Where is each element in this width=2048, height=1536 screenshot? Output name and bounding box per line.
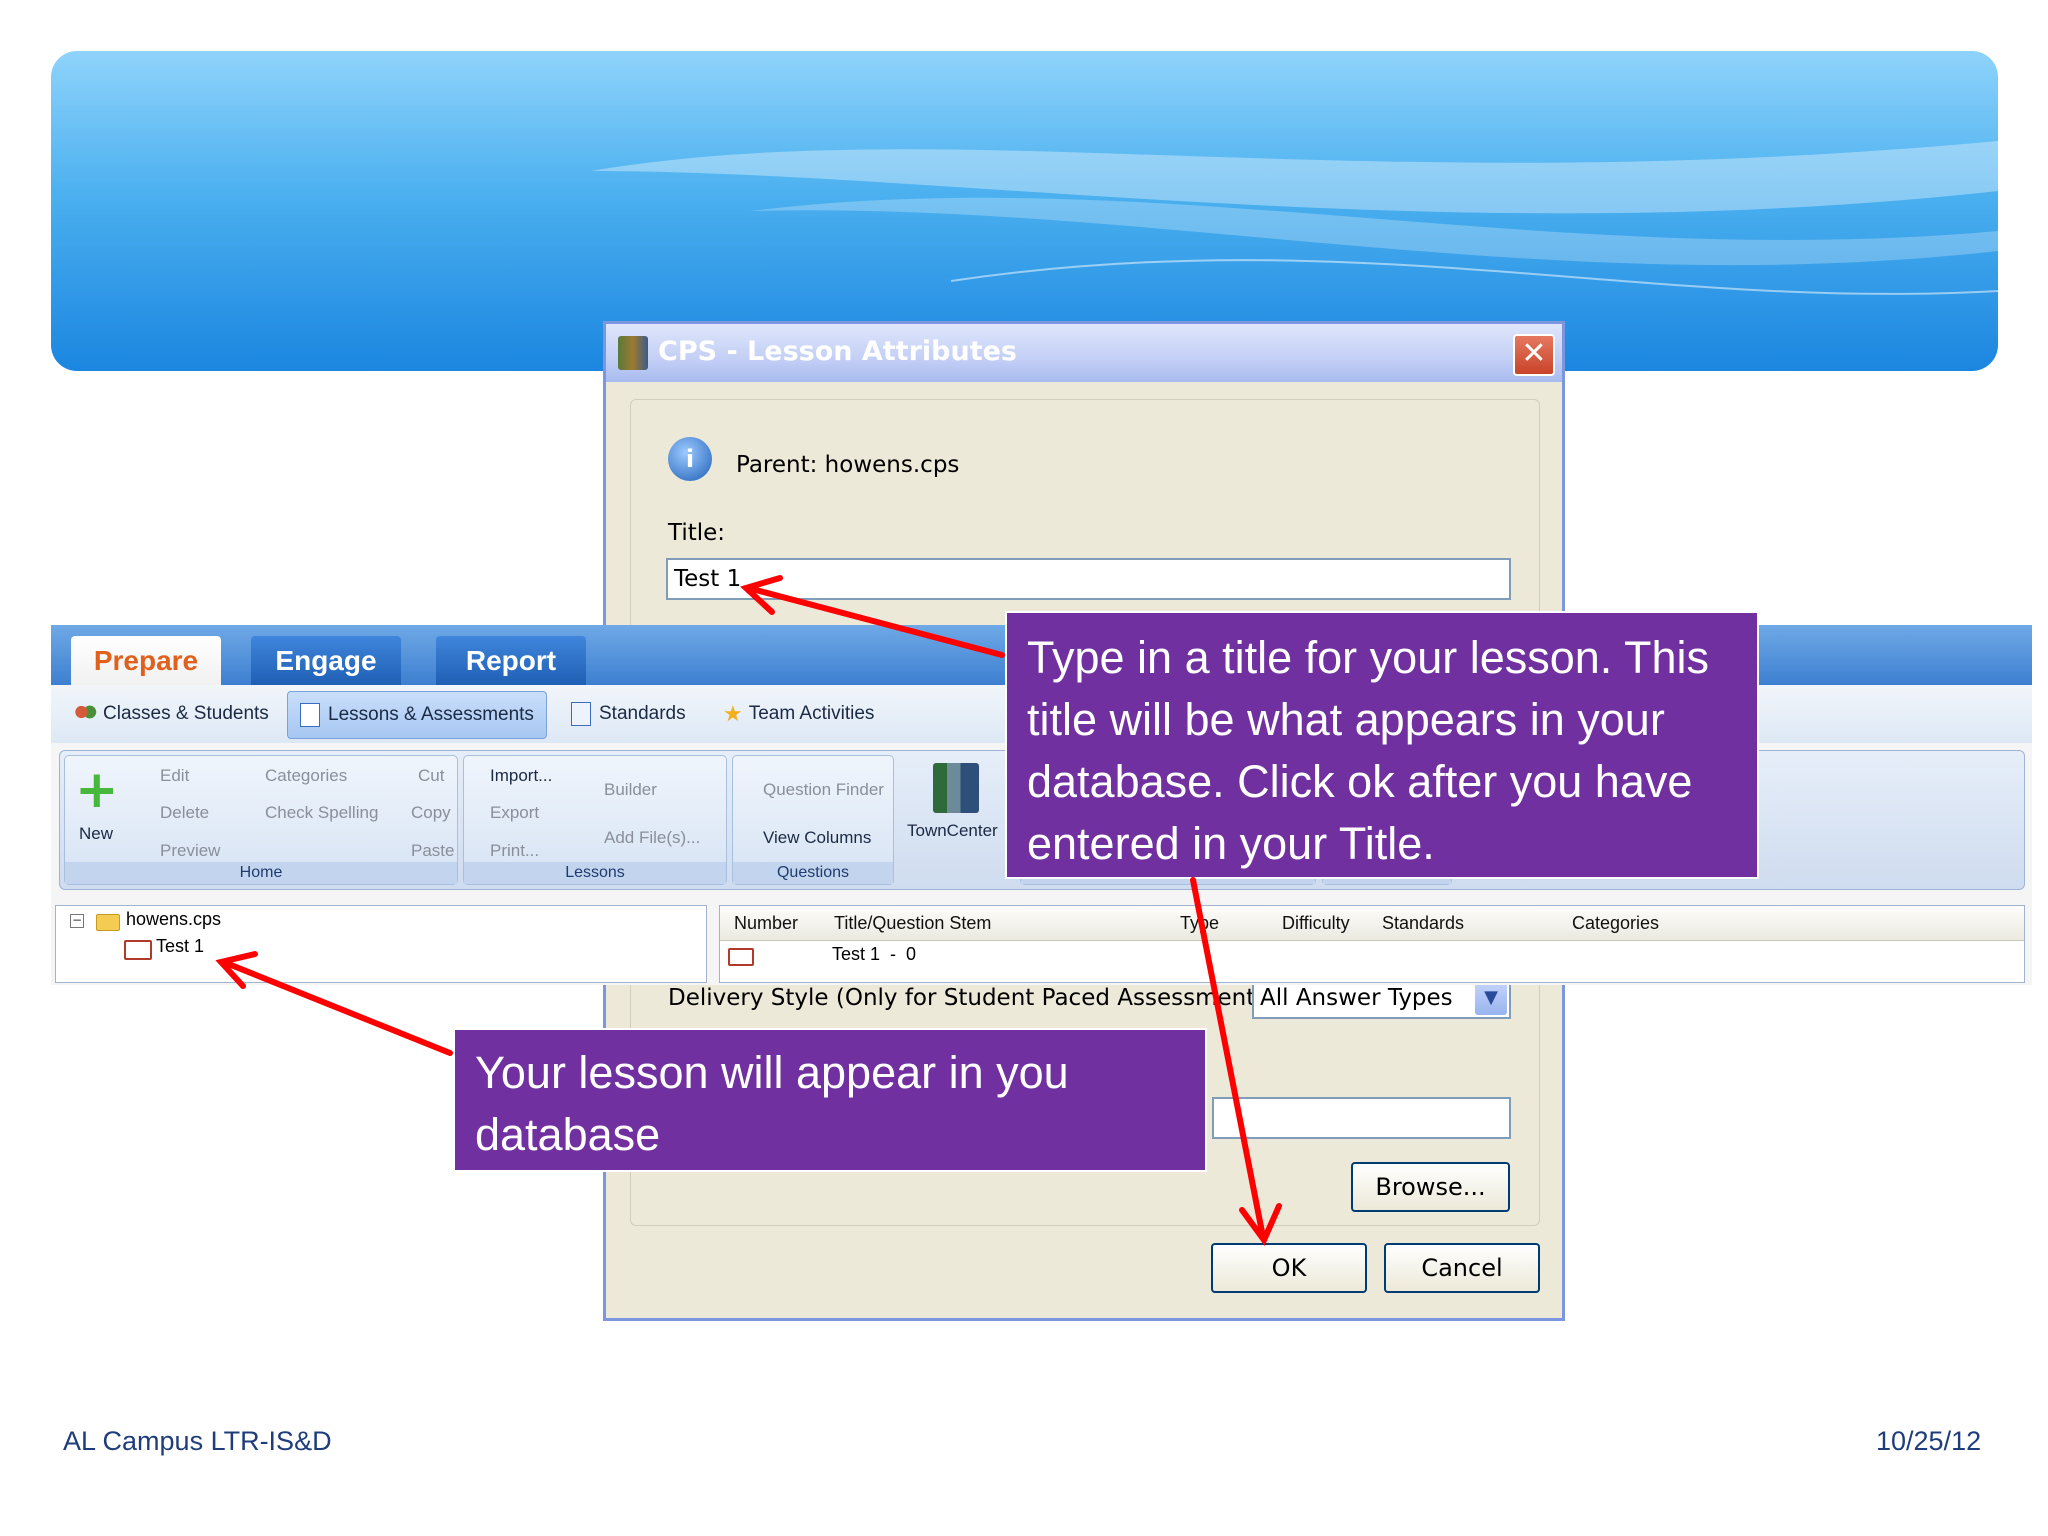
- title-input-value: Test 1: [674, 566, 742, 592]
- tab-prepare[interactable]: Prepare: [71, 636, 221, 685]
- new-button[interactable]: + New: [73, 760, 119, 854]
- column-categories[interactable]: Categories: [1572, 906, 1659, 940]
- ribbon-group-home: + New Edit Delete Preview Categories Che…: [64, 755, 458, 885]
- copy-button[interactable]: Copy: [411, 803, 451, 823]
- close-button[interactable]: ✕: [1513, 334, 1555, 376]
- delivery-style-value: All Answer Types: [1260, 985, 1453, 1011]
- column-type[interactable]: Type: [1180, 906, 1219, 940]
- column-difficulty[interactable]: Difficulty: [1282, 906, 1350, 940]
- plus-icon: +: [75, 760, 119, 820]
- dialog-title: CPS - Lesson Attributes: [658, 336, 1018, 367]
- star-icon: ★: [723, 701, 743, 726]
- ok-button[interactable]: OK: [1211, 1243, 1367, 1293]
- collapse-toggle[interactable]: −: [70, 914, 84, 928]
- subnav-team-label: Team Activities: [748, 703, 875, 725]
- book-icon: [728, 948, 754, 966]
- cancel-button[interactable]: Cancel: [1384, 1243, 1540, 1293]
- row-title: Test 1 - 0: [832, 944, 917, 964]
- categories-button[interactable]: Categories: [265, 766, 347, 786]
- subnav-lessons-label: Lessons & Assessments: [328, 704, 534, 725]
- paste-button[interactable]: Paste: [411, 841, 454, 861]
- subnav-standards-label: Standards: [599, 703, 686, 724]
- export-button[interactable]: Export: [490, 803, 539, 823]
- tree-root-label[interactable]: howens.cps: [126, 909, 221, 930]
- column-number[interactable]: Number: [734, 906, 798, 940]
- question-finder-button[interactable]: Question Finder: [763, 780, 884, 800]
- edit-button[interactable]: Edit: [160, 766, 189, 786]
- browse-button[interactable]: Browse...: [1351, 1162, 1510, 1212]
- books-icon: [933, 763, 979, 813]
- import-button[interactable]: Import...: [490, 766, 552, 786]
- lesson-grid: Number Title/Question Stem Type Difficul…: [719, 905, 2025, 983]
- people-icon: [73, 703, 97, 724]
- ribbon-group-lessons-label: Lessons: [464, 862, 726, 884]
- view-columns-button[interactable]: View Columns: [763, 828, 871, 848]
- browse-button-label: Browse...: [1375, 1173, 1486, 1201]
- dialog-titlebar: CPS - Lesson Attributes ✕: [606, 324, 1562, 382]
- document-icon: [300, 702, 320, 727]
- tree-child-label[interactable]: Test 1: [156, 936, 204, 957]
- grid-header: Number Title/Question Stem Type Difficul…: [720, 906, 2024, 941]
- delivery-style-label: Delivery Style (Only for Student Paced A…: [668, 985, 1284, 1011]
- subnav-classes-label: Classes & Students: [103, 703, 269, 724]
- tab-prepare-label: Prepare: [93, 645, 199, 676]
- lesson-tree-panel: − howens.cps Test 1: [55, 905, 707, 983]
- cut-button[interactable]: Cut: [418, 766, 444, 786]
- title-label: Title:: [668, 520, 726, 546]
- towncenter-label: TownCenter: [907, 821, 998, 840]
- callout-title-instructions: Type in a title for your lesson. This ti…: [1005, 611, 1759, 879]
- standards-icon: [571, 701, 591, 726]
- tab-report-label: Report: [465, 645, 557, 676]
- check-spelling-button[interactable]: Check Spelling: [265, 803, 378, 823]
- new-button-label: New: [79, 824, 114, 843]
- subnav-standards[interactable]: Standards: [571, 685, 686, 743]
- callout-database-note: Your lesson will appear in you database: [453, 1028, 1207, 1172]
- chevron-down-icon[interactable]: ▼: [1475, 981, 1507, 1015]
- ok-button-label: OK: [1271, 1254, 1307, 1282]
- delete-button[interactable]: Delete: [160, 803, 209, 823]
- subnav-lessons-assessments[interactable]: Lessons & Assessments: [287, 691, 547, 739]
- tab-engage-label: Engage: [275, 645, 377, 676]
- towncenter-button[interactable]: TownCenter: [905, 755, 1015, 865]
- subnav-classes-students[interactable]: Classes & Students: [73, 685, 269, 743]
- ribbon-group-questions: Question Finder View Columns Questions: [732, 755, 894, 885]
- book-icon: [124, 940, 152, 960]
- callout-top-text: Type in a title for your lesson. This ti…: [1027, 632, 1709, 869]
- parent-label: Parent: howens.cps: [736, 452, 960, 478]
- ribbon-group-questions-label: Questions: [733, 862, 893, 884]
- ribbon-group-home-label: Home: [65, 862, 457, 884]
- cancel-button-label: Cancel: [1421, 1254, 1503, 1282]
- folder-icon: [96, 914, 120, 931]
- print-button[interactable]: Print...: [490, 841, 539, 861]
- builder-button[interactable]: Builder: [604, 780, 657, 800]
- footer-left: AL Campus LTR-IS&D: [63, 1426, 332, 1456]
- callout-bottom-text: Your lesson will appear in you database: [475, 1047, 1069, 1160]
- info-icon: i: [668, 437, 712, 481]
- column-title-question-stem[interactable]: Title/Question Stem: [834, 906, 991, 940]
- table-row[interactable]: Test 1 - 0: [720, 942, 2024, 972]
- add-files-button[interactable]: Add File(s)...: [604, 828, 700, 848]
- column-standards[interactable]: Standards: [1382, 906, 1464, 940]
- title-input[interactable]: Test 1: [666, 558, 1511, 600]
- file-path-input[interactable]: [1212, 1097, 1511, 1139]
- tab-engage[interactable]: Engage: [251, 636, 401, 685]
- footer-date: 10/25/12: [1876, 1426, 1982, 1456]
- preview-button[interactable]: Preview: [160, 841, 220, 861]
- cps-app-icon: [618, 336, 648, 370]
- ribbon-group-lessons: Import... Export Print... Builder Add Fi…: [463, 755, 727, 885]
- tab-report[interactable]: Report: [436, 636, 586, 685]
- subnav-team-activities[interactable]: ★ Team Activities: [723, 685, 874, 743]
